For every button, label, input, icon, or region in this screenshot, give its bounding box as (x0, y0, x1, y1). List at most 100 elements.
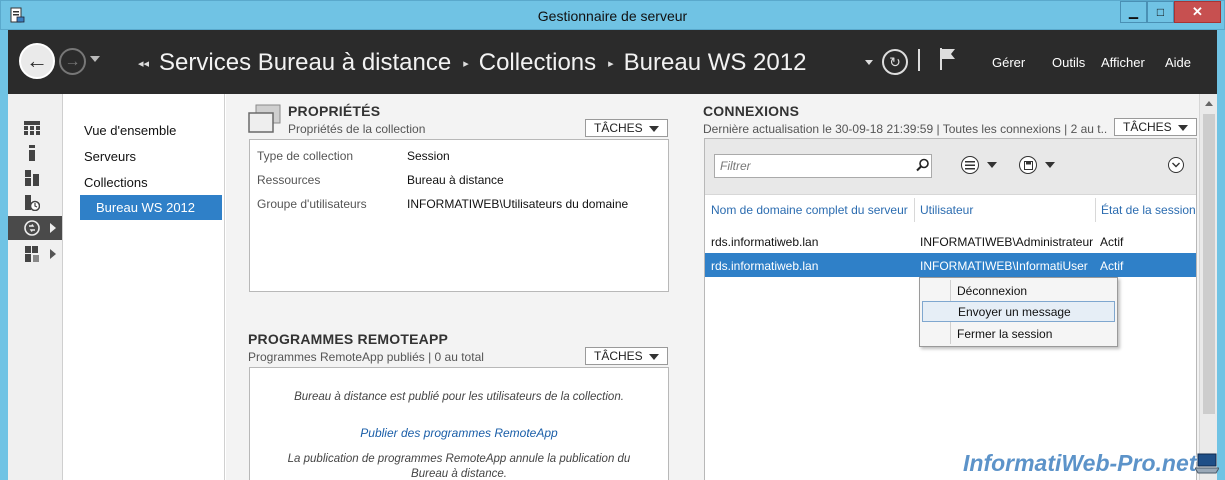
maximize-button[interactable]: □ (1147, 1, 1174, 23)
property-value: INFORMATIWEB\Utilisateurs du domaine (407, 197, 629, 211)
menu-view[interactable]: Afficher (1101, 55, 1145, 70)
scrollbar-thumb[interactable] (1203, 114, 1215, 414)
menu-item-send-message[interactable]: Envoyer un message (922, 301, 1115, 322)
menu-item-logoff[interactable]: Fermer la session (922, 324, 1115, 345)
filter-bar: Filtrer (705, 139, 1196, 195)
nav-item-overview[interactable]: Vue d'ensemble (84, 123, 176, 138)
chevron-down-icon (649, 126, 659, 132)
forward-button[interactable]: → (59, 48, 86, 75)
scroll-up-arrow-icon[interactable] (1205, 101, 1213, 106)
tasks-label: TÂCHES (594, 121, 643, 135)
column-header-user[interactable]: Utilisateur (920, 203, 973, 217)
remoteapp-tasks-button[interactable]: TÂCHES (585, 347, 668, 365)
remoteapp-note-line: Bureau à distance. (411, 468, 507, 480)
tasks-label: TÂCHES (594, 349, 643, 363)
header-bar: ← → ◂◂ Services Bureau à distance ▸ Coll… (8, 30, 1217, 94)
tasks-label: TÂCHES (1123, 120, 1172, 134)
breadcrumb-root-chevron-icon[interactable]: ◂◂ (138, 57, 149, 70)
watermark: InformatiWeb-Pro.net (963, 450, 1197, 476)
nav-item-active-collection[interactable]: Bureau WS 2012 (80, 195, 222, 220)
publish-remoteapp-link[interactable]: Publier des programmes RemoteApp (250, 426, 668, 440)
list-options-icon[interactable] (961, 156, 979, 174)
breadcrumb-item[interactable]: Collections (479, 49, 596, 77)
storage-icon (25, 246, 39, 262)
properties-tile-icon (248, 104, 281, 133)
breadcrumb-item[interactable]: Services Bureau à distance (159, 49, 451, 77)
breadcrumb-chevron-icon: ▸ (608, 57, 614, 70)
history-dropdown-icon[interactable] (90, 56, 100, 62)
column-header-session-state[interactable]: État de la session (1101, 203, 1196, 217)
file-services-icon (25, 195, 40, 211)
breadcrumb: ◂◂ Services Bureau à distance ▸ Collecti… (138, 49, 806, 77)
menu-item-disconnect[interactable]: Déconnexion (922, 281, 1115, 302)
column-divider[interactable] (1095, 198, 1096, 222)
cell-user: INFORMATIWEB\Administrateur (920, 235, 1094, 249)
menu-tools[interactable]: Outils (1052, 55, 1085, 70)
breadcrumb-chevron-icon: ▸ (463, 57, 469, 70)
filter-input[interactable]: Filtrer (714, 154, 932, 178)
property-label: Ressources (257, 173, 321, 187)
remoteapp-title: PROGRAMMES REMOTEAPP (248, 331, 449, 347)
header-divider (918, 49, 920, 71)
breadcrumb-item-current[interactable]: Bureau WS 2012 (624, 49, 807, 77)
property-value: Session (407, 149, 450, 163)
column-divider[interactable] (914, 198, 915, 222)
chevron-down-icon (649, 354, 659, 360)
properties-title: PROPRIÉTÉS (288, 103, 381, 119)
properties-subtitle: Propriétés de la collection (288, 122, 426, 136)
expand-circle-icon[interactable] (1168, 157, 1184, 173)
nav-item-servers[interactable]: Serveurs (84, 149, 136, 164)
menu-manage[interactable]: Gérer (992, 55, 1025, 70)
breadcrumb-dropdown-icon[interactable] (865, 60, 873, 65)
expand-arrow-icon[interactable] (50, 223, 56, 233)
notifications-flag-icon[interactable] (938, 46, 958, 72)
column-header-server[interactable]: Nom de domaine complet du serveur (711, 203, 908, 217)
properties-tasks-button[interactable]: TÂCHES (585, 119, 668, 137)
property-label: Type de collection (257, 149, 354, 163)
connections-title: CONNEXIONS (703, 103, 800, 119)
connections-subtitle: Dernière actualisation le 30-09-18 21:39… (703, 122, 1108, 136)
all-servers-icon (25, 170, 39, 186)
save-query-icon[interactable] (1019, 156, 1037, 174)
context-menu: Déconnexion Envoyer un message Fermer la… (919, 277, 1118, 347)
icon-rail (8, 94, 63, 480)
search-icon[interactable] (916, 158, 930, 172)
rail-all-servers[interactable] (8, 166, 62, 190)
window-frame-right (1217, 30, 1225, 480)
connections-tasks-button[interactable]: TÂCHES (1114, 118, 1197, 136)
vertical-scrollbar[interactable] (1199, 94, 1217, 480)
chevron-down-icon[interactable] (987, 162, 997, 168)
close-button[interactable]: ✕ (1174, 1, 1221, 23)
remoteapp-message: Bureau à distance est publié pour les ut… (294, 391, 624, 403)
rail-file-services[interactable] (8, 191, 62, 215)
cell-server: rds.informatiweb.lan (711, 235, 819, 249)
title-bar: Gestionnaire de serveur ▁ □ ✕ (0, 0, 1225, 30)
cell-server: rds.informatiweb.lan (711, 259, 819, 273)
cell-state: Actif (1100, 235, 1124, 249)
remoteapp-box: Bureau à distance est publié pour les ut… (249, 367, 669, 480)
dashboard-icon (24, 121, 40, 135)
rail-dashboard[interactable] (8, 116, 62, 140)
nav-item-collections[interactable]: Collections (84, 175, 148, 190)
chevron-down-icon[interactable] (1045, 162, 1055, 168)
property-value: Bureau à distance (407, 173, 504, 187)
laptop-logo-icon (1195, 453, 1219, 474)
rail-storage[interactable] (8, 242, 62, 266)
expand-arrow-icon[interactable] (50, 249, 56, 259)
window-title: Gestionnaire de serveur (537, 8, 688, 24)
back-button[interactable]: ← (19, 43, 55, 79)
chevron-down-icon (1178, 125, 1188, 131)
rail-remote-desktop-services[interactable] (8, 216, 62, 240)
rail-local-server[interactable] (8, 141, 62, 165)
refresh-icon[interactable]: ↻ (882, 49, 908, 75)
local-server-icon (29, 145, 35, 161)
window-frame-left (0, 30, 8, 480)
properties-box: Type de collection Session Ressources Bu… (249, 139, 669, 292)
remoteapp-subtitle: Programmes RemoteApp publiés | 0 au tota… (248, 350, 484, 364)
cell-state: Actif (1100, 259, 1124, 273)
menu-help[interactable]: Aide (1165, 55, 1191, 70)
remote-desktop-icon (24, 220, 40, 236)
navigation-pane: Vue d'ensemble Serveurs Collections Bure… (63, 94, 225, 480)
minimize-button[interactable]: ▁ (1120, 1, 1147, 23)
cell-user: INFORMATIWEB\InformatiUser (920, 259, 1088, 273)
